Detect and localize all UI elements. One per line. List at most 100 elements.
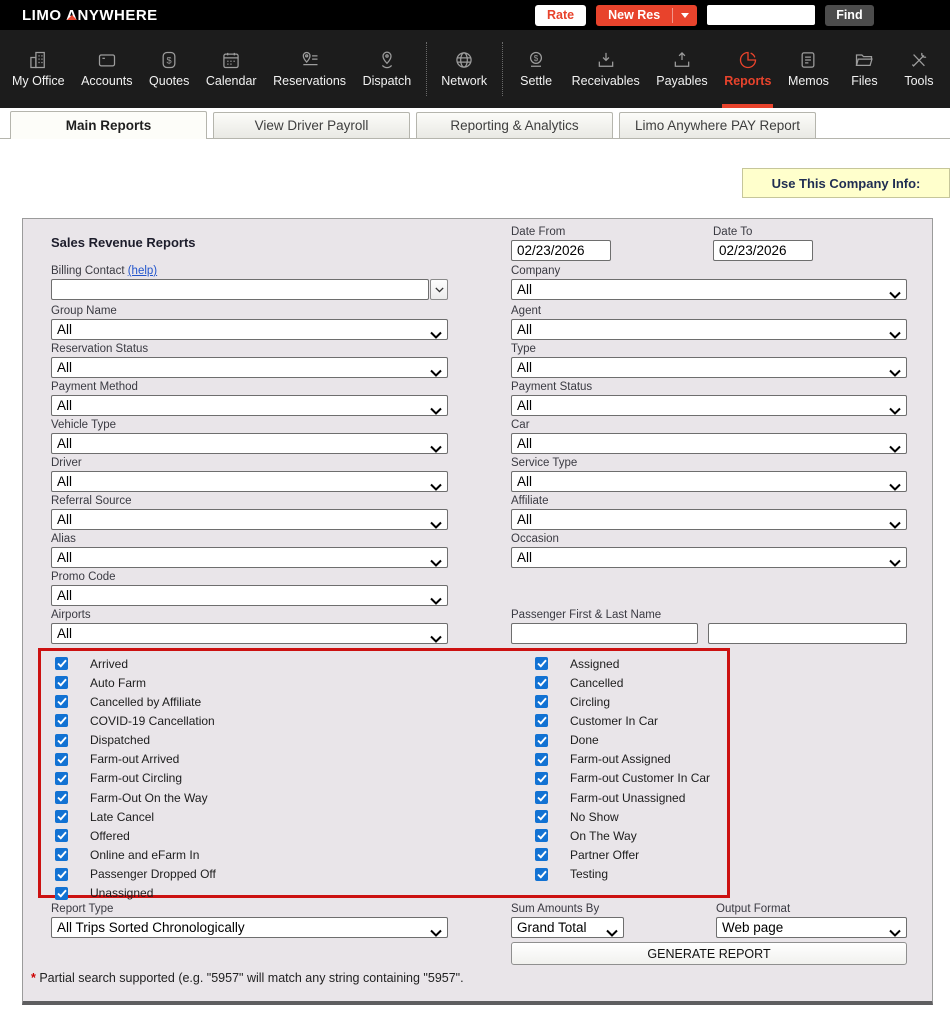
airports-select[interactable]: All [51,623,448,644]
checked-checkbox[interactable] [55,714,68,727]
checked-checkbox[interactable] [535,714,548,727]
checked-checkbox[interactable] [55,887,68,900]
nav-accounts[interactable]: Accounts [77,30,136,108]
status-filter-row[interactable]: Online and eFarm In [55,845,216,864]
car-select[interactable]: All [511,433,907,454]
checked-checkbox[interactable] [55,829,68,842]
nav-reservations[interactable]: Reservations [269,30,350,108]
nav-payables[interactable]: Payables [652,30,711,108]
checked-checkbox[interactable] [55,772,68,785]
payment-method-select[interactable]: All [51,395,448,416]
date-to-input[interactable] [713,240,813,261]
nav-my-office[interactable]: My Office [8,30,69,108]
referral-source-select[interactable]: All [51,509,448,530]
tab-main-reports[interactable]: Main Reports [10,111,207,139]
status-filter-row[interactable]: Cancelled by Affiliate [55,692,216,711]
status-filter-row[interactable]: Partner Offer [535,845,710,864]
status-filter-row[interactable]: Cancelled [535,673,710,692]
nav-files[interactable]: Files [841,30,887,108]
checked-checkbox[interactable] [535,791,548,804]
status-filter-row[interactable]: Farm-out Arrived [55,750,216,769]
checked-checkbox[interactable] [535,772,548,785]
status-filter-row[interactable]: Auto Farm [55,673,216,692]
status-filter-row[interactable]: Farm-out Unassigned [535,788,710,807]
tab-view-driver-payroll[interactable]: View Driver Payroll [213,112,410,138]
status-filter-row[interactable]: Late Cancel [55,807,216,826]
billing-contact-help-link[interactable]: (help) [128,265,157,277]
nav-receivables[interactable]: Receivables [568,30,644,108]
status-filter-row[interactable]: Offered [55,826,216,845]
status-filter-row[interactable]: Farm-out Assigned [535,750,710,769]
affiliate-select[interactable]: All [511,509,907,530]
occasion-select[interactable]: All [511,547,907,568]
status-filter-row[interactable]: Unassigned [55,884,216,903]
checked-checkbox[interactable] [535,829,548,842]
checked-checkbox[interactable] [535,868,548,881]
reservation-status-select[interactable]: All [51,357,448,378]
checked-checkbox[interactable] [55,657,68,670]
status-filter-row[interactable]: Testing [535,865,710,884]
use-company-info-button[interactable]: Use This Company Info: [742,168,950,198]
find-button[interactable]: Find [825,5,873,26]
nav-tools[interactable]: Tools [896,30,942,108]
new-res-dropdown[interactable] [673,13,697,18]
checked-checkbox[interactable] [55,676,68,689]
date-from-input[interactable] [511,240,611,261]
checked-checkbox[interactable] [535,676,548,689]
checked-checkbox[interactable] [55,791,68,804]
nav-quotes[interactable]: $ Quotes [145,30,193,108]
nav-dispatch[interactable]: Dispatch [359,30,416,108]
checked-checkbox[interactable] [55,753,68,766]
checked-checkbox[interactable] [55,695,68,708]
agent-select[interactable]: All [511,319,907,340]
status-filter-row[interactable]: Circling [535,692,710,711]
checked-checkbox[interactable] [55,734,68,747]
billing-contact-dropdown-button[interactable] [430,279,448,300]
alias-select[interactable]: All [51,547,448,568]
generate-report-button[interactable]: GENERATE REPORT [511,942,907,965]
tab-reporting-analytics[interactable]: Reporting & Analytics [416,112,613,138]
tab-limo-anywhere-pay-report[interactable]: Limo Anywhere PAY Report [619,112,816,138]
checked-checkbox[interactable] [55,868,68,881]
status-filter-row[interactable]: Customer In Car [535,711,710,730]
passenger-first-name-input[interactable] [511,623,698,644]
sum-amounts-by-select[interactable]: Grand Total [511,917,624,938]
nav-memos[interactable]: Memos [784,30,833,108]
checked-checkbox[interactable] [535,848,548,861]
nav-settle[interactable]: $ Settle [513,30,559,108]
checked-checkbox[interactable] [535,657,548,670]
status-filter-row[interactable]: No Show [535,807,710,826]
service-type-select[interactable]: All [511,471,907,492]
status-filter-row[interactable]: Farm-out Circling [55,769,216,788]
status-filter-row[interactable]: On The Way [535,826,710,845]
company-select[interactable]: All [511,279,907,300]
vehicle-type-select[interactable]: All [51,433,448,454]
status-filter-row[interactable]: COVID-19 Cancellation [55,711,216,730]
promo-code-select[interactable]: All [51,585,448,606]
group-name-select[interactable]: All [51,319,448,340]
payment-status-select[interactable]: All [511,395,907,416]
status-filter-row[interactable]: Farm-Out On the Way [55,788,216,807]
passenger-last-name-input[interactable] [708,623,907,644]
nav-reports[interactable]: Reports [720,30,775,108]
type-select[interactable]: All [511,357,907,378]
report-type-select[interactable]: All Trips Sorted Chronologically [51,917,448,938]
status-filter-row[interactable]: Dispatched [55,731,216,750]
checked-checkbox[interactable] [55,810,68,823]
billing-contact-input[interactable] [51,279,429,300]
checked-checkbox[interactable] [535,734,548,747]
status-filter-row[interactable]: Passenger Dropped Off [55,865,216,884]
global-search-input[interactable] [707,5,815,25]
driver-select[interactable]: All [51,471,448,492]
nav-calendar[interactable]: Calendar [202,30,261,108]
checked-checkbox[interactable] [535,695,548,708]
nav-network[interactable]: Network [437,30,491,108]
limo-anywhere-logo[interactable]: LIMO ANYWHERE [22,7,158,24]
status-filter-row[interactable]: Done [535,731,710,750]
status-filter-row[interactable]: Farm-out Customer In Car [535,769,710,788]
output-format-select[interactable]: Web page [716,917,907,938]
status-filter-row[interactable]: Assigned [535,654,710,673]
new-res-button[interactable]: New Res [596,5,697,26]
rate-button[interactable]: Rate [535,5,586,26]
checked-checkbox[interactable] [535,810,548,823]
